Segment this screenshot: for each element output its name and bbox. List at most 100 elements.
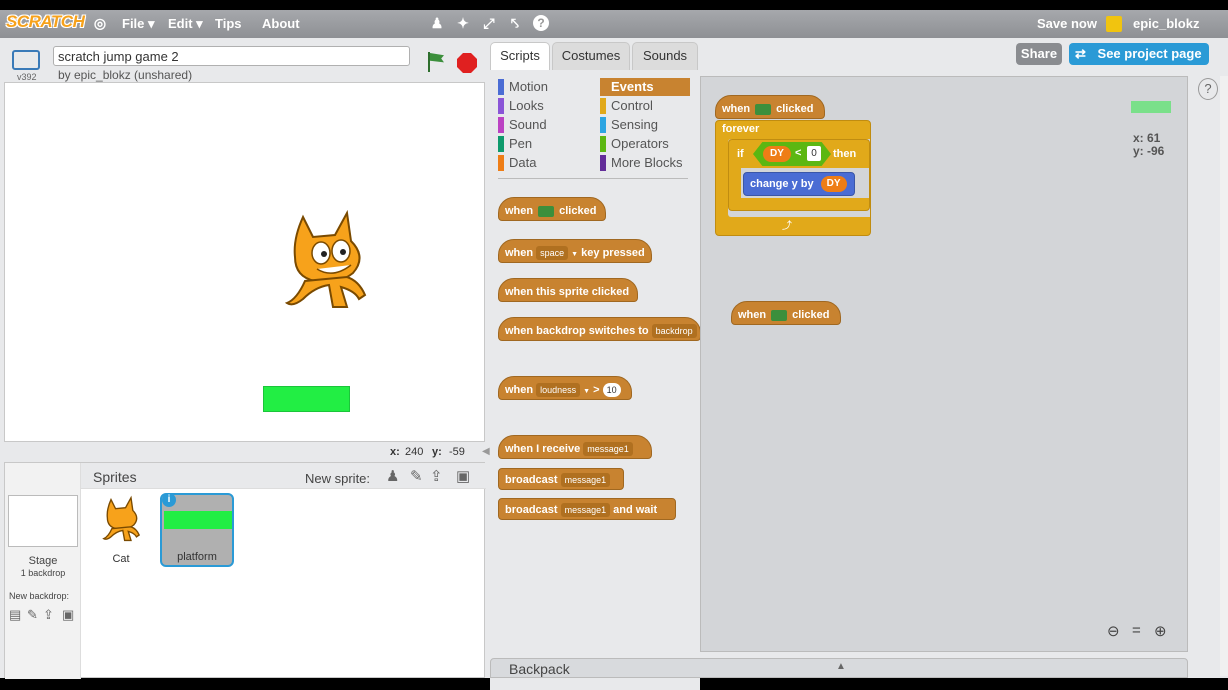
palette-when-i-receive[interactable]: when I receive message1: [498, 435, 652, 459]
paint-backdrop-icon[interactable]: ✎: [27, 607, 38, 623]
sprite-y-readout: y: -96: [1133, 144, 1165, 158]
stage-thumbnail[interactable]: [8, 495, 78, 547]
fullscreen-icon[interactable]: [12, 50, 40, 70]
scripts-area[interactable]: when clicked forever if DY < 0 then chang…: [700, 76, 1188, 652]
sprite-thumbnail: [1131, 101, 1171, 113]
backpack-bar[interactable]: Backpack ▲: [490, 658, 1188, 678]
user-avatar[interactable]: [1106, 16, 1122, 32]
script-when-flag-clicked[interactable]: when clicked: [715, 95, 825, 119]
menu-tips[interactable]: Tips: [215, 16, 242, 31]
backdrop-count: 1 backdrop: [20, 568, 66, 578]
see-project-page-button[interactable]: ⇄ See project page: [1069, 43, 1209, 65]
if-label: if: [737, 148, 744, 160]
palette-when-sprite-clicked[interactable]: when this sprite clicked: [498, 278, 638, 302]
help-icon[interactable]: ?: [533, 15, 549, 31]
dy-reporter[interactable]: DY: [820, 176, 847, 193]
tab-scripts[interactable]: Scripts: [490, 42, 550, 70]
stage-y-value: -59: [449, 446, 465, 458]
zoom-out-icon[interactable]: ⊖: [1107, 622, 1120, 640]
zero-input[interactable]: 0: [807, 146, 821, 161]
backdrop-library-icon[interactable]: ▤: [9, 607, 21, 623]
if-block[interactable]: if DY < 0 then change y by DY: [728, 139, 870, 211]
category-sound[interactable]: Sound: [498, 116, 588, 134]
version-label: v392: [17, 72, 37, 82]
backpack-label: Backpack: [509, 661, 570, 677]
stage-canvas[interactable]: [4, 82, 485, 442]
category-more-blocks[interactable]: More Blocks: [600, 154, 690, 172]
dy-reporter[interactable]: DY: [763, 146, 791, 162]
dropdown-arrow-icon: ▼: [583, 388, 591, 395]
shrink-icon[interactable]: ⤣: [507, 15, 523, 31]
zoom-in-icon[interactable]: ⊕: [1154, 622, 1167, 640]
menu-file[interactable]: File ▾: [122, 16, 155, 32]
change-y-by-block[interactable]: change y by DY: [743, 172, 855, 196]
category-sensing[interactable]: Sensing: [600, 116, 690, 134]
lt-symbol: <: [795, 147, 802, 159]
sprites-title: Sprites: [93, 469, 137, 485]
script-when-flag-clicked-2[interactable]: when clicked: [731, 301, 841, 325]
platform-thumbnail: [164, 511, 232, 529]
green-flag-icon: [755, 103, 772, 115]
sprite-tile-platform[interactable]: i platform: [160, 493, 234, 567]
duplicate-icon[interactable]: ♟: [429, 15, 445, 31]
palette-when-loudness[interactable]: when loudness ▼ >10: [498, 376, 632, 400]
green-flag-icon: [771, 309, 788, 321]
loop-arrow-icon: ⤴: [782, 221, 792, 232]
block-palette: Motion Looks Sound Pen Data Events Contr…: [490, 70, 701, 690]
palette-when-key-pressed[interactable]: when space ▼ key pressed: [498, 239, 652, 263]
palette-when-flag-clicked[interactable]: when clicked: [498, 197, 606, 221]
collapse-arrow-icon[interactable]: ◀: [482, 446, 490, 457]
sprite-tile-cat[interactable]: Cat: [91, 495, 151, 569]
category-control[interactable]: Control: [600, 97, 690, 115]
category-events[interactable]: Events: [600, 78, 690, 96]
sprite-x-readout: x: 61: [1133, 131, 1161, 145]
vertical-scrollbar[interactable]: [1220, 76, 1228, 676]
camera-sprite-icon[interactable]: ▣: [456, 467, 470, 485]
then-label: then: [833, 148, 857, 160]
menu-edit[interactable]: Edit ▾: [168, 16, 203, 32]
project-byline: by epic_blokz (unshared): [58, 68, 193, 82]
scratch-logo[interactable]: SCRATCH: [6, 12, 85, 32]
sprite-library-icon[interactable]: ♟: [386, 467, 399, 485]
green-flag-icon[interactable]: [426, 52, 444, 72]
help-panel-icon[interactable]: ?: [1198, 78, 1218, 100]
tab-costumes[interactable]: Costumes: [552, 42, 630, 70]
category-operators[interactable]: Operators: [600, 135, 690, 153]
cut-icon[interactable]: ✦: [455, 15, 471, 31]
palette-broadcast[interactable]: broadcast message1: [498, 468, 624, 490]
platform-sprite[interactable]: [263, 386, 350, 412]
menu-about[interactable]: About: [262, 16, 300, 31]
share-button[interactable]: Share: [1016, 43, 1062, 65]
sprite-name-platform: platform: [177, 551, 217, 563]
sprite-name-cat: Cat: [112, 553, 130, 565]
info-icon[interactable]: i: [162, 493, 176, 507]
green-flag-icon: [538, 205, 555, 217]
cat-sprite[interactable]: [275, 207, 375, 317]
upload-sprite-icon[interactable]: ⇪: [430, 467, 443, 485]
category-looks[interactable]: Looks: [498, 97, 588, 115]
stage-x-value: 240: [405, 446, 424, 458]
project-title-input[interactable]: [53, 46, 410, 66]
stop-sign-icon[interactable]: [457, 53, 477, 73]
zoom-reset-icon[interactable]: =: [1132, 622, 1141, 639]
username-menu[interactable]: epic_blokz: [1133, 16, 1199, 31]
expand-arrow-icon[interactable]: ▲: [836, 661, 846, 672]
upload-backdrop-icon[interactable]: ⇪: [43, 607, 54, 623]
palette-when-backdrop-switches[interactable]: when backdrop switches to backdrop: [498, 317, 701, 341]
save-now-button[interactable]: Save now: [1037, 16, 1097, 31]
globe-icon[interactable]: ◎: [92, 15, 108, 31]
grow-icon[interactable]: ⤢: [481, 15, 497, 31]
category-data[interactable]: Data: [498, 154, 588, 172]
editor: v392 by epic_blokz (unshared) x: 240 y: …: [0, 38, 1228, 690]
tab-sounds[interactable]: Sounds: [632, 42, 698, 70]
category-motion[interactable]: Motion: [498, 78, 588, 96]
stage-x-label: x:: [390, 446, 400, 458]
paint-sprite-icon[interactable]: ✎: [410, 467, 423, 485]
forever-block[interactable]: forever if DY < 0 then change y by DY ⤴: [715, 120, 871, 236]
camera-backdrop-icon[interactable]: ▣: [62, 607, 74, 623]
see-project-page-label: See project page: [1097, 46, 1202, 61]
remix-arrows-icon: ⇄: [1075, 46, 1086, 61]
palette-broadcast-and-wait[interactable]: broadcast message1 and wait: [498, 498, 676, 520]
category-pen[interactable]: Pen: [498, 135, 588, 153]
stage-label: Stage: [28, 555, 58, 567]
